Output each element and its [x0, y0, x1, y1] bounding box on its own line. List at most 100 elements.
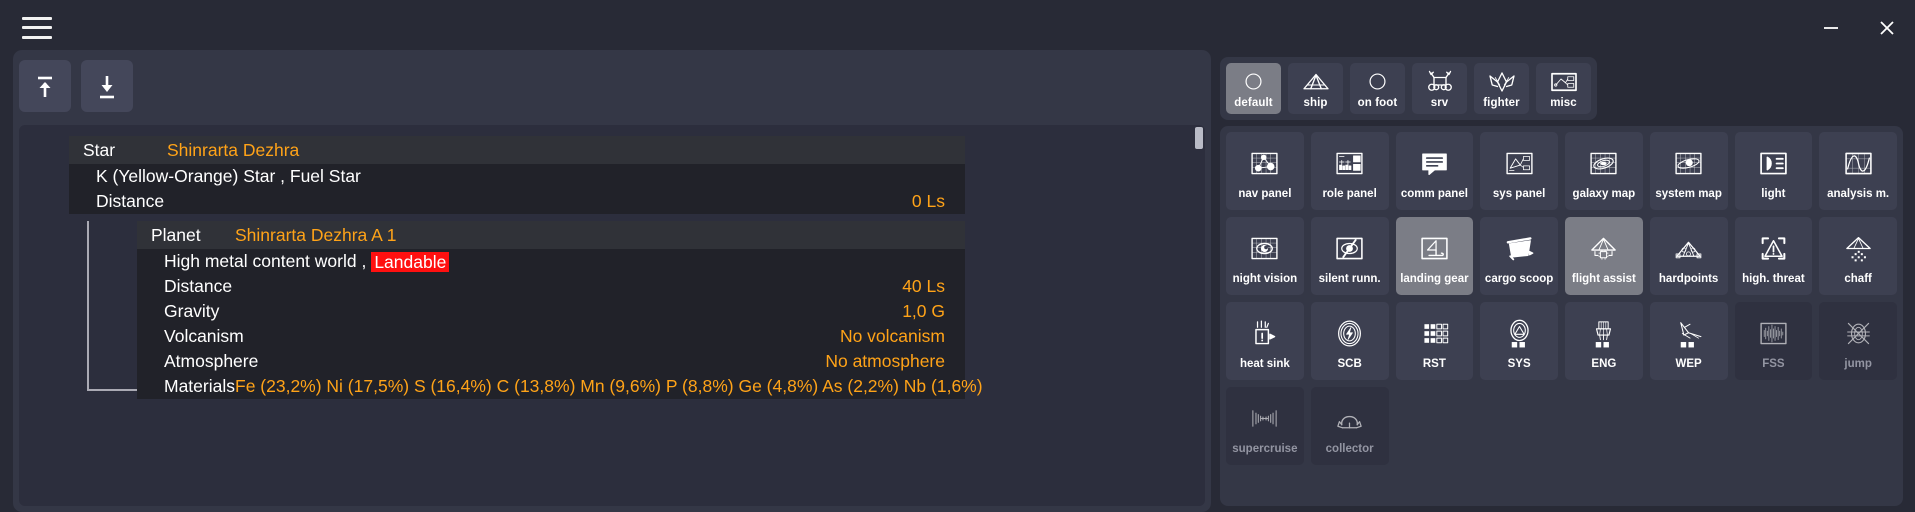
star-kind-label: Star: [83, 139, 116, 160]
binding-cell-silent-runn-[interactable]: silent runn.: [1310, 217, 1389, 295]
binding-cell-light[interactable]: light: [1734, 132, 1813, 210]
binding-cell-label: analysis m.: [1827, 188, 1890, 200]
silent-running-icon: [1334, 227, 1365, 270]
category-tab-default[interactable]: default: [1226, 63, 1281, 114]
binding-cell-sys-panel[interactable]: sys panel: [1480, 132, 1558, 210]
binding-cell-label: heat sink: [1239, 358, 1290, 370]
planet-entry[interactable]: Planet Shinrarta Dezhra A 1 High metal c…: [137, 221, 983, 399]
binding-cell-cargo-scoop[interactable]: cargo scoop: [1480, 217, 1558, 295]
binding-cell-wep[interactable]: WEP: [1649, 302, 1728, 380]
binding-cell-label: light: [1761, 188, 1786, 200]
category-tab-on-foot[interactable]: on foot: [1350, 63, 1405, 114]
binding-cell-high-threat[interactable]: high. threat: [1734, 217, 1813, 295]
binding-cell-label: ENG: [1591, 358, 1617, 370]
planet-gravity-row: Gravity 1,0 G: [137, 299, 965, 324]
star-name-label: Shinrarta Dezhra: [167, 139, 300, 160]
binding-cell-label: nav panel: [1238, 188, 1292, 200]
binding-cell-night-vision[interactable]: night vision: [1226, 217, 1304, 295]
planet-volcanism-label: Volcanism: [164, 326, 244, 346]
star-type-label: K (Yellow-Orange) Star , Fuel Star: [96, 166, 361, 186]
category-tab-bar: default ship on foot srv fighter misc: [1220, 57, 1597, 120]
collapse-all-button[interactable]: [19, 60, 71, 112]
binding-cell-chaff[interactable]: chaff: [1819, 217, 1897, 295]
star-type-row: K (Yellow-Orange) Star , Fuel Star: [69, 164, 965, 189]
category-tab-label: on foot: [1357, 96, 1398, 109]
landable-badge: Landable: [371, 251, 450, 272]
star-distance-row: Distance 0 Ls: [69, 189, 965, 214]
planet-kind-label: Planet: [151, 224, 201, 245]
star-entry[interactable]: Star Shinrarta Dezhra K (Yellow-Orange) …: [69, 136, 965, 214]
binding-cell-rst[interactable]: RST: [1395, 302, 1474, 380]
binding-cell-label: WEP: [1675, 358, 1702, 370]
planet-distance-row: Distance 40 Ls: [137, 274, 965, 299]
close-button[interactable]: [1859, 0, 1915, 55]
binding-cell-label: cargo scoop: [1484, 273, 1554, 285]
planet-distance-label: Distance: [164, 276, 233, 296]
window-controls: [1803, 0, 1915, 55]
bindings-grid: nav panel role panel comm panel sys pane…: [1226, 132, 1897, 465]
binding-cell-label: role panel: [1322, 188, 1377, 200]
binding-cell-system-map[interactable]: system map: [1649, 132, 1728, 210]
list-toolbar: [19, 60, 133, 112]
category-tab-fighter[interactable]: fighter: [1474, 63, 1529, 114]
planet-gravity-label: Gravity: [164, 301, 220, 321]
binding-cell-heat-sink[interactable]: heat sink: [1226, 302, 1304, 380]
binding-cell-galaxy-map[interactable]: galaxy map: [1565, 132, 1643, 210]
planet-type-label: High metal content world ,: [164, 251, 367, 271]
sys-panel-icon: [1504, 142, 1535, 185]
binding-cell-flight-assist[interactable]: flight assist: [1565, 217, 1643, 295]
binding-cell-jump[interactable]: jump: [1819, 302, 1897, 380]
expand-all-button[interactable]: [81, 60, 133, 112]
binding-cell-label: flight assist: [1571, 273, 1636, 285]
minimize-button[interactable]: [1803, 0, 1859, 55]
binding-cell-label: silent runn.: [1318, 273, 1381, 285]
binding-cell-fss[interactable]: FSS: [1734, 302, 1813, 380]
planet-type-row: High metal content world , Landable: [137, 249, 965, 274]
binding-cell-collector[interactable]: collector: [1310, 387, 1389, 465]
hamburger-menu-icon[interactable]: [22, 16, 52, 39]
landing-gear-icon: [1419, 227, 1450, 270]
binding-cell-sys[interactable]: SYS: [1480, 302, 1558, 380]
binding-cell-label: RST: [1422, 358, 1446, 370]
light-icon: [1758, 142, 1789, 185]
fss-icon: [1758, 312, 1789, 355]
list-scrollbar[interactable]: [1195, 127, 1203, 504]
binding-cell-label: landing gear: [1400, 273, 1469, 285]
role-panel-icon: [1334, 142, 1365, 185]
binding-cell-eng[interactable]: ENG: [1565, 302, 1643, 380]
sys-pips-icon: [1504, 312, 1535, 355]
srv-icon: [1425, 69, 1455, 95]
binding-cell-landing-gear[interactable]: landing gear: [1395, 217, 1474, 295]
planet-atmosphere-label: Atmosphere: [164, 351, 259, 371]
category-tab-srv[interactable]: srv: [1412, 63, 1467, 114]
flight-assist-icon: [1588, 227, 1619, 270]
fighter-icon: [1487, 69, 1517, 95]
heat-sink-icon: [1249, 312, 1280, 355]
binding-cell-supercruise[interactable]: supercruise: [1226, 387, 1304, 465]
binding-cell-nav-panel[interactable]: nav panel: [1226, 132, 1304, 210]
binding-cell-analysis-m-[interactable]: analysis m.: [1819, 132, 1897, 210]
bindings-grid-card: nav panel role panel comm panel sys pane…: [1220, 126, 1903, 506]
category-tab-misc[interactable]: misc: [1536, 63, 1591, 114]
binding-cell-label: FSS: [1762, 358, 1785, 370]
planet-details: High metal content world , Landable Dist…: [137, 249, 983, 399]
planet-name-label: Shinrarta Dezhra A 1: [235, 224, 397, 245]
circle-icon: [1240, 69, 1267, 95]
tree-connector: [87, 221, 137, 391]
nav-panel-icon: [1249, 142, 1280, 185]
title-bar: [0, 0, 1915, 55]
binding-cell-role-panel[interactable]: role panel: [1310, 132, 1389, 210]
binding-cell-label: sys panel: [1492, 188, 1546, 200]
binding-cell-scb[interactable]: SCB: [1310, 302, 1389, 380]
binding-cell-label: supercruise: [1232, 443, 1298, 455]
category-tab-ship[interactable]: ship: [1288, 63, 1343, 114]
category-tab-label: misc: [1550, 96, 1577, 109]
list-scrollbar-thumb[interactable]: [1195, 127, 1203, 149]
planet-volcanism-row: Volcanism No volcanism: [137, 324, 965, 349]
high-threat-icon: [1758, 227, 1789, 270]
binding-cell-hardpoints[interactable]: hardpoints: [1649, 217, 1728, 295]
wep-pips-icon: [1673, 312, 1704, 355]
binding-cell-label: jump: [1844, 358, 1872, 370]
body-list-scroll-area[interactable]: Star Shinrarta Dezhra K (Yellow-Orange) …: [19, 125, 1205, 506]
binding-cell-comm-panel[interactable]: comm panel: [1395, 132, 1474, 210]
